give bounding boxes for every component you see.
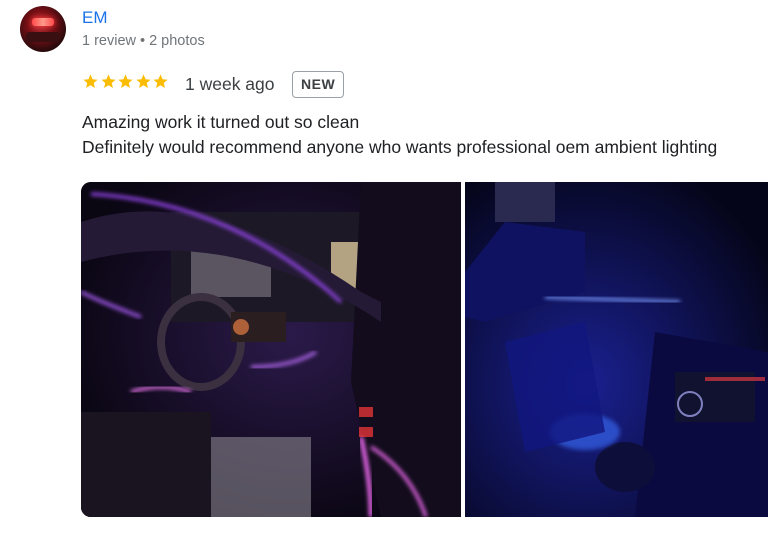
review-time: 1 week ago — [185, 74, 275, 94]
reviewer-name[interactable]: EM — [82, 8, 108, 28]
review-text: Amazing work it turned out so clean Defi… — [82, 110, 717, 160]
review-line: Definitely would recommend anyone who wa… — [82, 137, 718, 157]
review-photo-1[interactable] — [81, 182, 461, 517]
star-icon — [135, 73, 152, 90]
star-icon — [100, 73, 117, 90]
review-photo-2[interactable] — [465, 182, 768, 517]
star-icon — [117, 73, 134, 90]
photo-2-image — [465, 182, 768, 517]
new-badge: NEW — [292, 71, 345, 98]
star-rating — [82, 73, 170, 90]
photo-count: 2 photos — [149, 33, 205, 49]
reviewer-avatar[interactable] — [20, 6, 66, 52]
star-icon — [152, 73, 169, 90]
avatar-bumper — [26, 32, 60, 42]
star-icon — [82, 73, 99, 90]
avatar-taillight — [32, 18, 54, 26]
review-count: 1 review — [82, 33, 136, 49]
meta-separator: • — [140, 33, 146, 49]
reviewer-meta: 1 review • 2 photos — [82, 33, 205, 49]
photo-1-image — [81, 182, 461, 517]
review-line: Amazing work it turned out so clean — [82, 112, 360, 132]
